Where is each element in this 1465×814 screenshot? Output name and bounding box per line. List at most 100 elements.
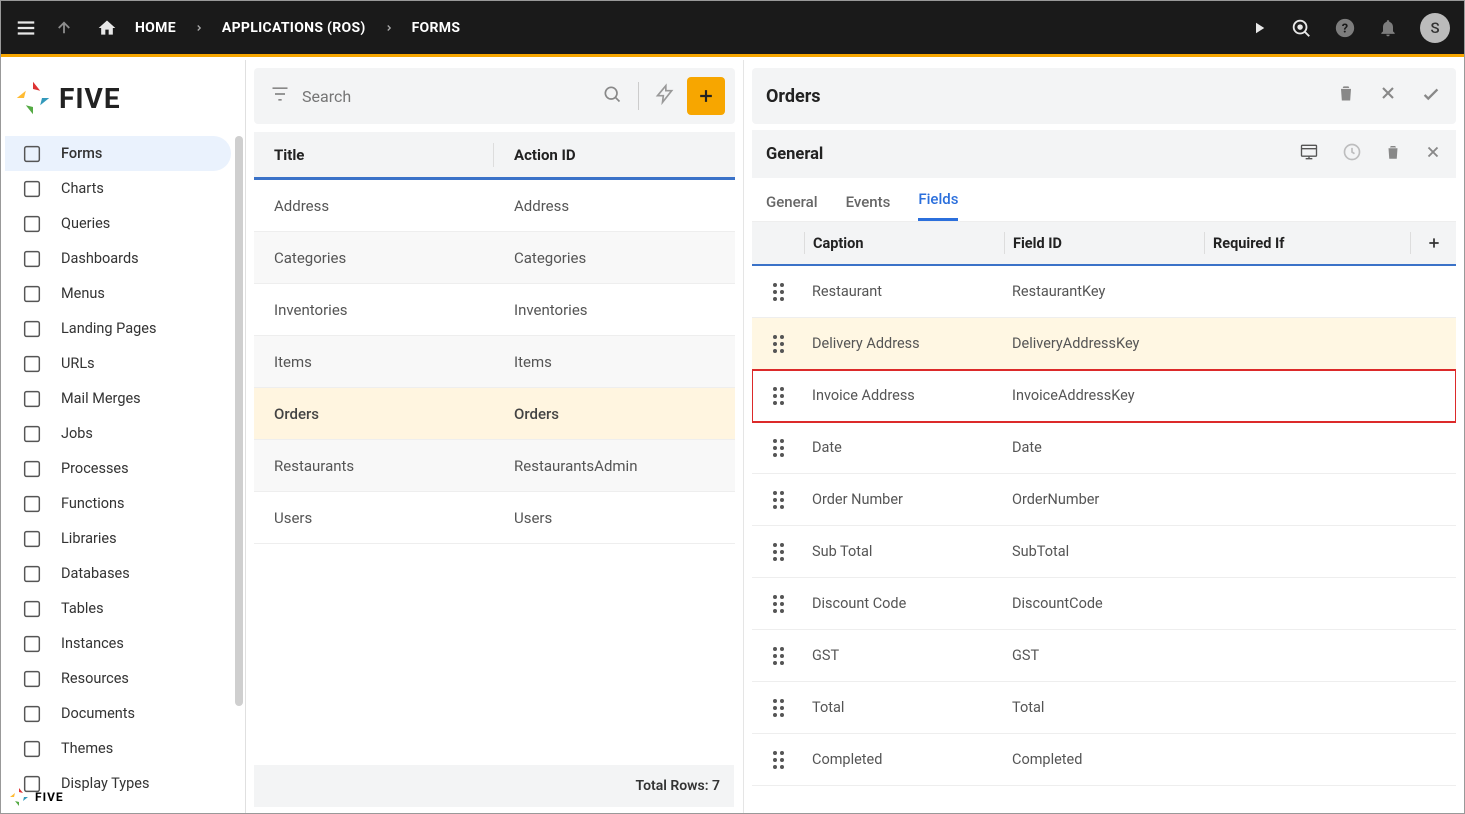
sidebar-item-themes[interactable]: Themes <box>5 731 231 766</box>
drag-handle-icon[interactable] <box>773 387 784 405</box>
sidebar-item-urls[interactable]: URLs <box>5 346 231 381</box>
drag-handle-icon[interactable] <box>773 439 784 457</box>
col-action-id[interactable]: Action ID <box>494 146 735 164</box>
bc-forms[interactable]: FORMS <box>412 20 461 36</box>
field-row[interactable]: GSTGST <box>752 630 1456 682</box>
tab-general[interactable]: General <box>766 193 818 221</box>
nav-icon <box>19 563 45 585</box>
menu-icon[interactable] <box>15 17 37 39</box>
sidebar-item-dashboards[interactable]: Dashboards <box>5 241 231 276</box>
col-required-if[interactable]: Required If <box>1204 232 1410 254</box>
sidebar-item-label: Libraries <box>61 530 117 547</box>
cell-field-id: RestaurantKey <box>1004 281 1204 303</box>
sidebar-item-mail-merges[interactable]: Mail Merges <box>5 381 231 416</box>
table-row[interactable]: ItemsItems <box>254 336 735 388</box>
filter-icon[interactable] <box>270 84 290 108</box>
help-icon[interactable]: ? <box>1334 17 1356 39</box>
up-arrow-icon[interactable] <box>55 19 73 37</box>
close-icon[interactable] <box>1378 83 1398 109</box>
drag-handle-icon[interactable] <box>773 335 784 353</box>
nav-icon <box>19 178 45 200</box>
bolt-icon[interactable] <box>655 83 675 109</box>
chevron-right-icon <box>384 21 394 35</box>
field-row[interactable]: CompletedCompleted <box>752 734 1456 786</box>
table-row[interactable]: InventoriesInventories <box>254 284 735 336</box>
search-input[interactable] <box>302 87 590 106</box>
tab-fields[interactable]: Fields <box>918 190 958 221</box>
close-section-icon[interactable] <box>1424 143 1442 165</box>
field-row[interactable]: RestaurantRestaurantKey <box>752 266 1456 318</box>
sidebar-item-label: Charts <box>61 180 104 197</box>
bc-home[interactable]: HOME <box>135 20 176 36</box>
drag-handle-icon[interactable] <box>773 543 784 561</box>
drag-handle-icon[interactable] <box>773 491 784 509</box>
table-row[interactable]: OrdersOrders <box>254 388 735 440</box>
col-title[interactable]: Title <box>254 143 494 167</box>
sidebar-item-menus[interactable]: Menus <box>5 276 231 311</box>
field-row[interactable]: Invoice AddressInvoiceAddressKey <box>752 370 1456 422</box>
sidebar-item-label: Queries <box>61 215 110 232</box>
add-field-button[interactable] <box>1410 232 1456 254</box>
sidebar-item-databases[interactable]: Databases <box>5 556 231 591</box>
play-icon[interactable] <box>1250 19 1268 37</box>
sidebar-item-forms[interactable]: Forms <box>5 136 231 171</box>
tab-events[interactable]: Events <box>846 193 891 221</box>
cell-caption: Completed <box>804 749 1004 771</box>
home-icon[interactable] <box>97 18 117 38</box>
cell-field-id: DiscountCode <box>1004 593 1204 615</box>
drag-handle-icon[interactable] <box>773 647 784 665</box>
sidebar-item-jobs[interactable]: Jobs <box>5 416 231 451</box>
delete-section-icon[interactable] <box>1384 143 1402 165</box>
drag-handle-icon[interactable] <box>773 751 784 769</box>
drag-handle-icon[interactable] <box>773 699 784 717</box>
sidebar-item-label: Landing Pages <box>61 320 156 337</box>
col-caption[interactable]: Caption <box>804 232 1004 254</box>
bell-icon[interactable] <box>1378 18 1398 38</box>
footer-brand: FIVE <box>9 787 64 807</box>
sidebar-item-label: Forms <box>61 145 102 162</box>
clock-icon[interactable] <box>1342 142 1362 166</box>
sidebar-item-libraries[interactable]: Libraries <box>5 521 231 556</box>
inspect-icon[interactable] <box>1290 17 1312 39</box>
check-icon[interactable] <box>1420 83 1442 109</box>
sidebar-item-charts[interactable]: Charts <box>5 171 231 206</box>
field-row[interactable]: Discount CodeDiscountCode <box>752 578 1456 630</box>
cell-action-id: RestaurantsAdmin <box>494 457 735 475</box>
sidebar-item-instances[interactable]: Instances <box>5 626 231 661</box>
sidebar-item-tables[interactable]: Tables <box>5 591 231 626</box>
table-row[interactable]: AddressAddress <box>254 180 735 232</box>
field-row[interactable]: TotalTotal <box>752 682 1456 734</box>
bc-applications[interactable]: APPLICATIONS (ROS) <box>222 20 366 36</box>
detail-title-bar: Orders <box>752 68 1456 124</box>
preview-icon[interactable] <box>1298 142 1320 166</box>
search-icon[interactable] <box>602 84 622 108</box>
nav-icon <box>19 388 45 410</box>
sidebar-item-documents[interactable]: Documents <box>5 696 231 731</box>
table-row[interactable]: CategoriesCategories <box>254 232 735 284</box>
table-row[interactable]: RestaurantsRestaurantsAdmin <box>254 440 735 492</box>
sidebar-item-queries[interactable]: Queries <box>5 206 231 241</box>
field-row[interactable]: Sub TotalSubTotal <box>752 526 1456 578</box>
cell-action-id: Address <box>494 197 735 215</box>
add-button[interactable] <box>687 77 725 115</box>
breadcrumb: HOME APPLICATIONS (ROS) FORMS <box>97 18 460 38</box>
sidebar-item-resources[interactable]: Resources <box>5 661 231 696</box>
field-row[interactable]: Delivery AddressDeliveryAddressKey <box>752 318 1456 370</box>
drag-handle-icon[interactable] <box>773 595 784 613</box>
nav-icon <box>19 493 45 515</box>
drag-handle-icon[interactable] <box>773 283 784 301</box>
table-row[interactable]: UsersUsers <box>254 492 735 544</box>
sidebar-item-functions[interactable]: Functions <box>5 486 231 521</box>
field-row[interactable]: Order NumberOrderNumber <box>752 474 1456 526</box>
brand-name: FIVE <box>59 82 121 115</box>
delete-icon[interactable] <box>1336 83 1356 109</box>
avatar[interactable]: S <box>1420 13 1450 43</box>
nav-icon <box>19 598 45 620</box>
sidebar-item-label: Display Types <box>61 775 149 792</box>
sidebar-item-processes[interactable]: Processes <box>5 451 231 486</box>
sidebar-item-landing-pages[interactable]: Landing Pages <box>5 311 231 346</box>
field-row[interactable]: DateDate <box>752 422 1456 474</box>
col-field-id[interactable]: Field ID <box>1004 232 1204 254</box>
scrollbar[interactable] <box>235 136 243 706</box>
cell-action-id: Orders <box>494 405 735 423</box>
